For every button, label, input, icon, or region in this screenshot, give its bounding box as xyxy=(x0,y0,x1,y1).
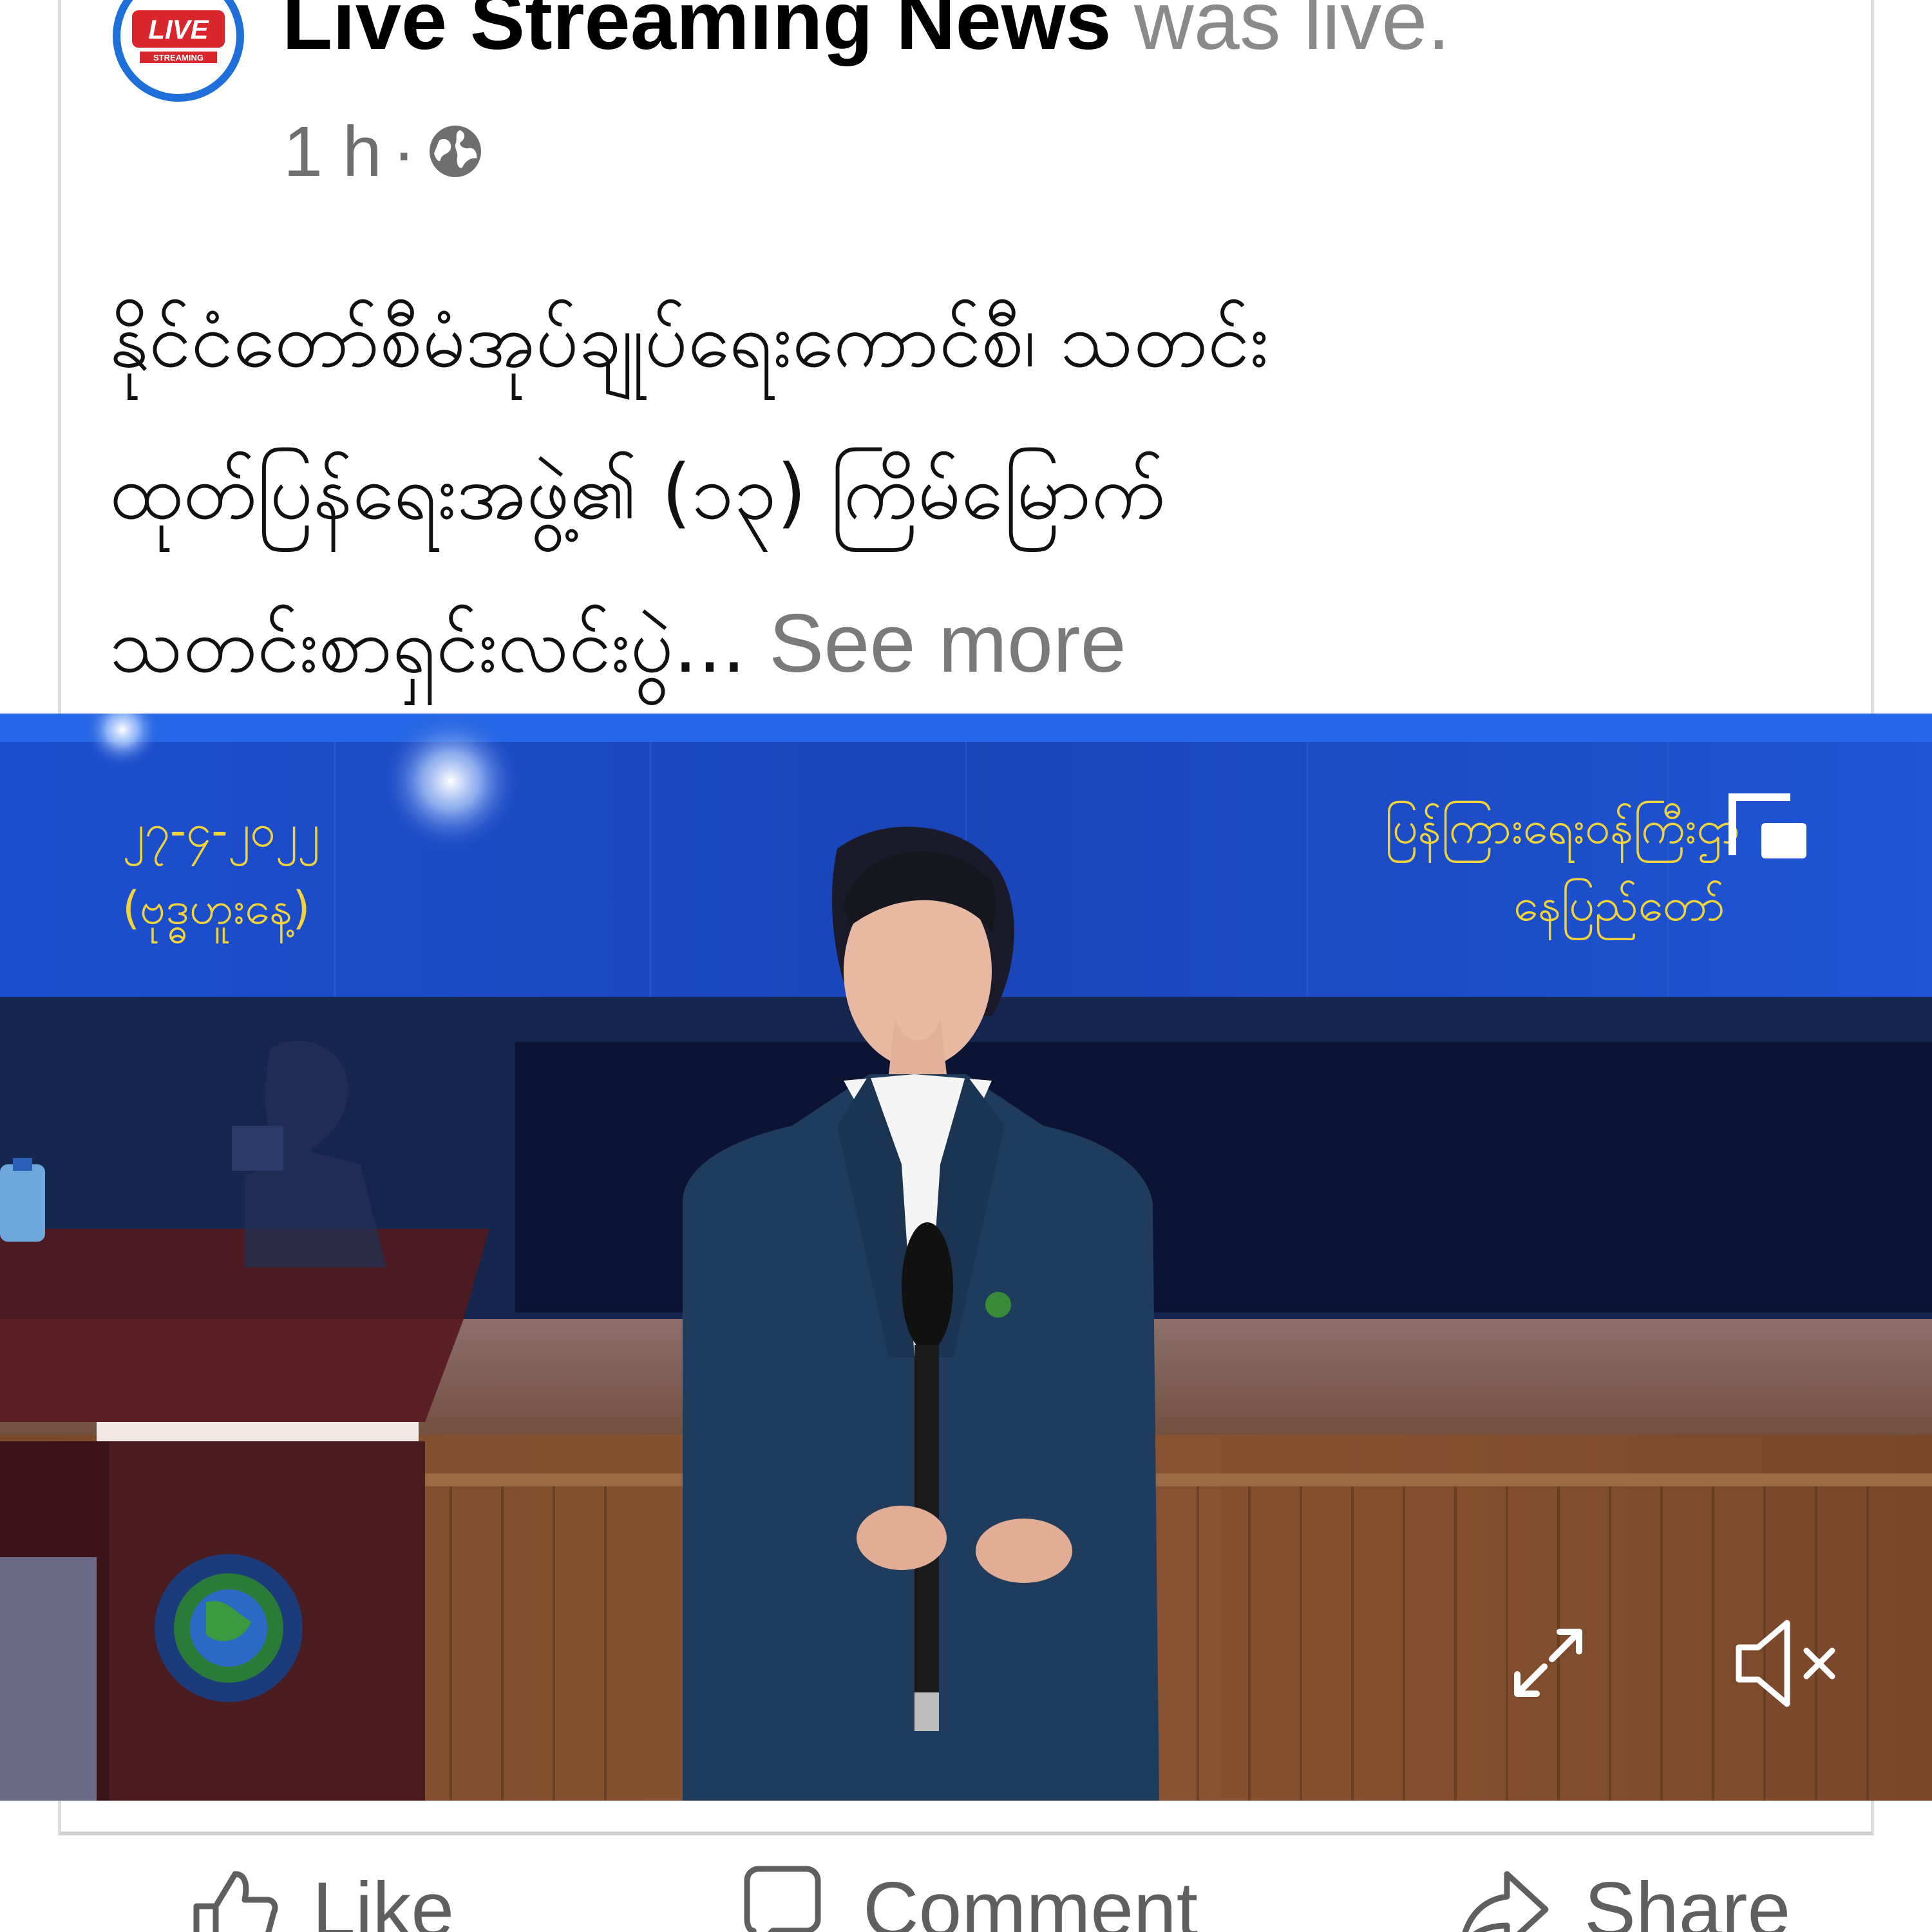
see-more-link[interactable]: See more xyxy=(746,598,1126,690)
video-day-text: (ဗုဒ္ဓဟူးနေ့) xyxy=(122,882,310,934)
fullscreen-icon[interactable] xyxy=(1507,1622,1591,1705)
like-button[interactable]: Like xyxy=(184,1861,454,1932)
post-header: Live Streaming News was live. xyxy=(282,0,1450,70)
pip-icon[interactable] xyxy=(1726,784,1810,868)
post-text-line: နိုင်ငံတော်စီမံအုပ်ချုပ်ရေးကောင်စီ၊ သတင်… xyxy=(109,296,1269,384)
comment-button[interactable]: Comment xyxy=(734,1861,1198,1932)
video-location-line1: ပြန်ကြားရေးဝန်ကြီးဌာ xyxy=(1385,801,1740,854)
share-icon xyxy=(1462,1871,1549,1932)
comment-icon xyxy=(744,1866,821,1932)
post-body: နိုင်ငံတော်စီမံအုပ်ချုပ်ရေးကောင်စီ၊ သတင်… xyxy=(109,264,1848,721)
globe-icon xyxy=(429,126,481,177)
share-button[interactable]: Share xyxy=(1455,1861,1790,1932)
meta-separator: · xyxy=(392,111,416,191)
like-icon xyxy=(193,1871,278,1932)
live-streaming-logo: LIVE STREAMING xyxy=(132,10,225,63)
svg-text:STREAMING: STREAMING xyxy=(153,53,204,62)
post-meta: 1 h · xyxy=(283,109,484,193)
live-video-player[interactable]: ၂၇-၄-၂၀၂၂ (ဗုဒ္ဓဟူးနေ့) ပြန်ကြားရေးဝန်ကြ… xyxy=(0,714,1932,1801)
page-name-link[interactable]: Live Streaming News xyxy=(282,0,1112,67)
video-date-text: ၂၇-၄-၂၀၂၂ xyxy=(122,804,320,857)
comment-label: Comment xyxy=(863,1866,1198,1932)
video-location-line2: နေပြည်တော် xyxy=(1513,878,1725,931)
like-label: Like xyxy=(312,1866,455,1932)
share-label: Share xyxy=(1584,1866,1791,1932)
post-text-line: သတင်းစာရှင်းလင်းပွဲ... xyxy=(109,601,746,690)
live-status-text: was live. xyxy=(1111,0,1450,67)
post-text-line: ထုတ်ပြန်ရေးအဖွဲ့၏ (၁၃) ကြိမ်မြောက် xyxy=(109,448,1166,536)
post-action-bar: Like Comment Share xyxy=(0,1855,1932,1932)
mute-icon[interactable] xyxy=(1732,1615,1842,1712)
svg-text:LIVE: LIVE xyxy=(148,14,209,44)
post-time[interactable]: 1 h xyxy=(283,111,382,193)
